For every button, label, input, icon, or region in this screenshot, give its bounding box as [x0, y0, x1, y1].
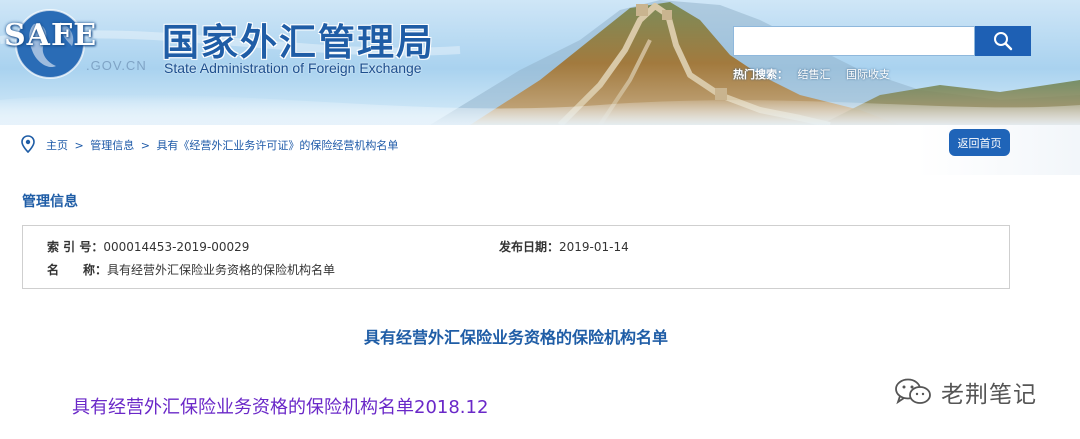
logo-text: SAFE [4, 18, 98, 53]
publish-date-row: 发布日期：2019-01-14 [499, 238, 629, 255]
search-input[interactable] [734, 27, 974, 55]
hot-search: 热门搜索： 结售汇 国际收支 [733, 66, 902, 82]
breadcrumb: 主页 > 管理信息 > 具有《经营外汇业务许可证》的保险经营机构名单 [46, 137, 398, 153]
publish-date-value: 2019-01-14 [559, 240, 629, 254]
hot-search-keyword[interactable]: 结售汇 [798, 68, 831, 81]
location-pin-icon [21, 135, 35, 153]
watermark: 老荆笔记 [893, 375, 1037, 409]
publish-date-label: 发布日期： [499, 240, 560, 254]
search-icon [994, 32, 1013, 51]
attachment-link[interactable]: 具有经营外汇保险业务资格的保险机构名单2018.12 [72, 393, 488, 419]
index-number-label: 索 引 号： [47, 240, 104, 254]
watermark-text: 老荆笔记 [941, 382, 1037, 408]
breadcrumb-current[interactable]: 具有《经营外汇业务许可证》的保险经营机构名单 [156, 139, 398, 152]
breadcrumb-management-info[interactable]: 管理信息 [90, 139, 134, 152]
index-number-value: 000014453-2019-00029 [103, 240, 250, 254]
index-number-row: 索 引 号：000014453-2019-00029 [47, 238, 249, 255]
document-title: 具有经营外汇保险业务资格的保险机构名单 [363, 328, 668, 347]
breadcrumb-home[interactable]: 主页 [46, 139, 68, 152]
back-home-button[interactable]: 返回首页 [949, 129, 1010, 156]
document-name-value: 具有经营外汇保险业务资格的保险机构名单 [107, 263, 336, 277]
site-title[interactable]: 国家外汇管理局 [162, 12, 435, 66]
site-subtitle: State Administration of Foreign Exchange [164, 60, 422, 76]
domain-text: .GOV.CN [86, 58, 147, 73]
document-name-label: 名 称： [47, 263, 108, 277]
header-banner: SAFE .GOV.CN 国家外汇管理局 State Administratio… [0, 0, 1080, 125]
document-info-box: 索 引 号：000014453-2019-00029 发布日期：2019-01-… [22, 225, 1010, 289]
section-title: 管理信息 [22, 194, 78, 210]
breadcrumb-bar: 主页 > 管理信息 > 具有《经营外汇业务许可证》的保险经营机构名单 返回首页 [0, 125, 1080, 175]
breadcrumb-separator: > [140, 139, 150, 152]
hot-search-label: 热门搜索： [733, 68, 788, 81]
document-name-row: 名 称：具有经营外汇保险业务资格的保险机构名单 [47, 261, 335, 278]
wechat-icon [895, 378, 931, 405]
breadcrumb-separator: > [74, 139, 84, 152]
hot-search-keyword[interactable]: 国际收支 [846, 68, 890, 81]
search-button[interactable] [975, 26, 1031, 56]
search-box [733, 26, 975, 56]
